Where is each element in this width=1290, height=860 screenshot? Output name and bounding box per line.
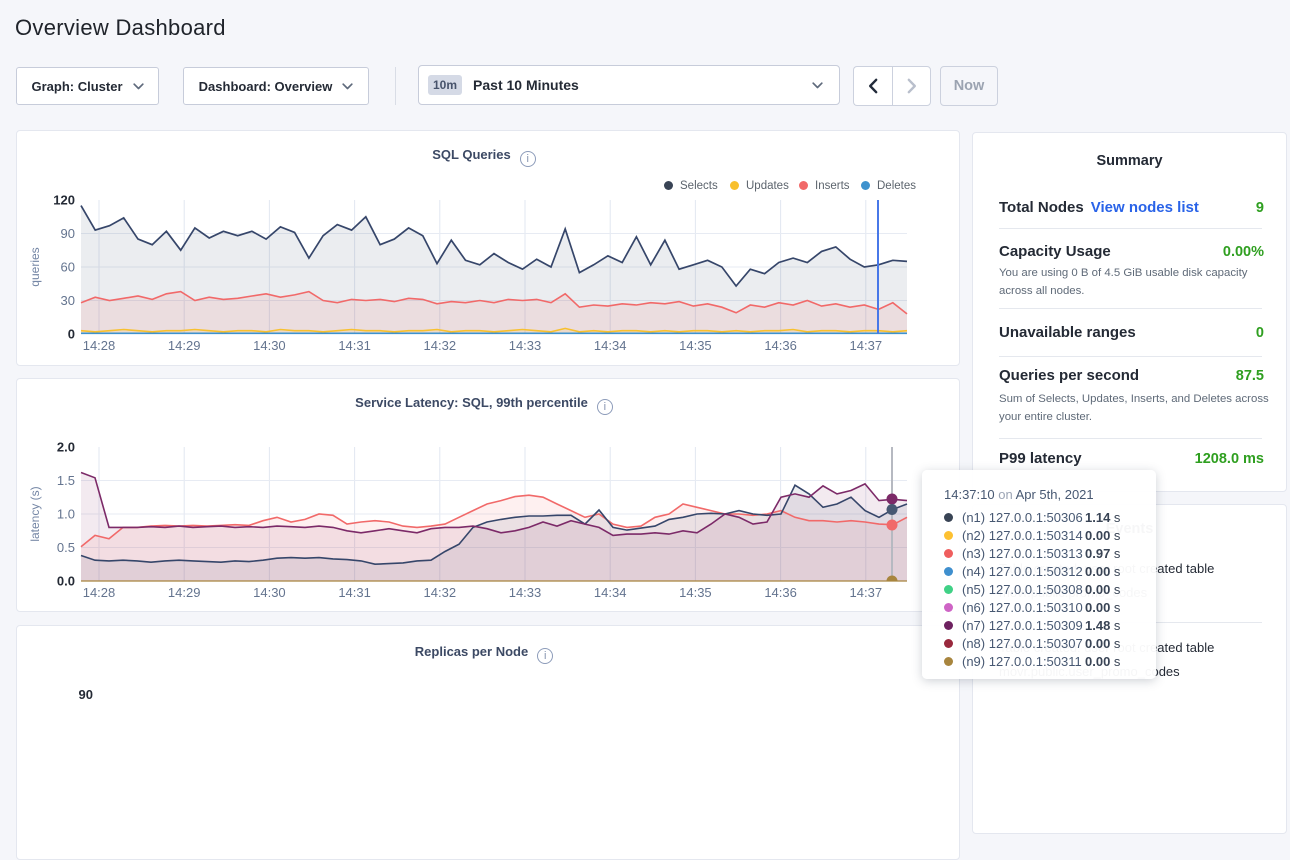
svg-text:14:36: 14:36	[764, 338, 797, 353]
svg-text:2.0: 2.0	[57, 440, 75, 455]
svg-text:30: 30	[61, 293, 75, 308]
svg-text:0: 0	[68, 327, 75, 342]
svg-text:latency (s): latency (s)	[28, 486, 42, 541]
svg-text:14:34: 14:34	[594, 338, 627, 353]
svg-text:14:31: 14:31	[338, 338, 371, 353]
svg-text:60: 60	[61, 260, 75, 275]
svg-text:14:28: 14:28	[83, 585, 116, 600]
svg-text:14:32: 14:32	[424, 585, 457, 600]
svg-text:1.0: 1.0	[57, 507, 75, 522]
svg-text:14:30: 14:30	[253, 338, 286, 353]
svg-text:14:31: 14:31	[338, 585, 371, 600]
svg-text:1.5: 1.5	[57, 473, 75, 488]
svg-text:14:29: 14:29	[168, 585, 201, 600]
svg-text:14:28: 14:28	[83, 338, 116, 353]
svg-text:14:35: 14:35	[679, 585, 712, 600]
svg-text:14:33: 14:33	[509, 585, 542, 600]
svg-text:120: 120	[53, 193, 75, 208]
svg-text:14:37: 14:37	[850, 585, 883, 600]
svg-text:14:30: 14:30	[253, 585, 286, 600]
svg-text:queries: queries	[28, 247, 42, 286]
svg-text:14:36: 14:36	[764, 585, 797, 600]
svg-text:14:33: 14:33	[509, 338, 542, 353]
svg-text:14:29: 14:29	[168, 338, 201, 353]
svg-text:14:34: 14:34	[594, 585, 627, 600]
svg-text:14:35: 14:35	[679, 338, 712, 353]
svg-text:90: 90	[61, 226, 75, 241]
svg-text:14:37: 14:37	[850, 338, 883, 353]
svg-text:0.5: 0.5	[57, 540, 75, 555]
svg-text:14:32: 14:32	[424, 338, 457, 353]
svg-text:90: 90	[79, 687, 93, 702]
svg-text:0.0: 0.0	[57, 574, 75, 589]
